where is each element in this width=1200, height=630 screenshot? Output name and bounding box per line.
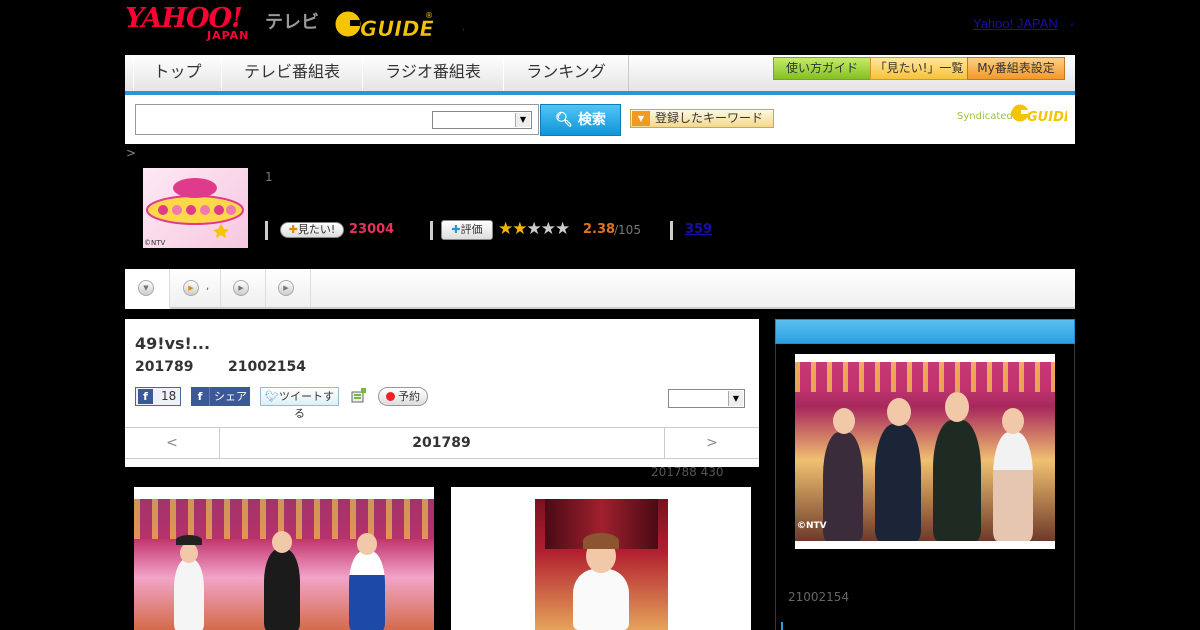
stage-photo-image: [134, 499, 434, 630]
search-icon: 🔍︎: [555, 112, 573, 128]
syndicated-gguide-logo: GUIDE: [1011, 101, 1073, 129]
registered-keyword-label: 登録したキーワード: [655, 111, 764, 125]
plus-icon: ✚: [288, 223, 298, 236]
reserve-recording-button[interactable]: 予約: [378, 387, 428, 406]
star-empty-icon: ★: [526, 219, 542, 239]
mitai-button[interactable]: ✚見たい!: [280, 222, 344, 238]
add-to-list-icon[interactable]: [350, 387, 367, 404]
facebook-share-label: シェア: [214, 390, 247, 403]
plus-icon: ✚: [451, 223, 461, 236]
episode-title: 49!vs!...: [135, 334, 211, 353]
previous-episode-button[interactable]: <: [125, 428, 220, 458]
tweet-label: ツイートする: [278, 390, 334, 420]
review-count-link[interactable]: 359: [685, 222, 712, 237]
japan-logo-text: JAPAN: [207, 29, 250, 42]
sidebar-photo-copyright: ©NTV: [797, 521, 827, 531]
yahoo-japan-link[interactable]: Yahoo! JAPAN: [973, 16, 1058, 31]
episode-id: 21002154: [228, 359, 306, 375]
play-icon: ▶: [278, 280, 294, 296]
episode-panel: 49!vs!... 201789 21002154 f 18 f シェア 🐦︎ツイー…: [125, 319, 759, 467]
mitai-label: 見たい!: [297, 223, 336, 236]
yahoo-japan-logo[interactable]: YAHOO! JAPAN: [125, 4, 260, 44]
main-nav: トップ テレビ番組表 ラジオ番組表 ランキング 使い方ガイド 「見たい!」一覧 …: [125, 55, 1075, 95]
sidebar-photo[interactable]: ©NTV: [795, 354, 1055, 549]
tab-2-label: ,: [206, 281, 210, 292]
next-episode-button[interactable]: >: [664, 428, 759, 458]
episode-date: 201789: [135, 359, 194, 375]
gguide-logo[interactable]: GUIDE ®: [334, 6, 435, 42]
syndicated-label: Syndicated: [957, 111, 1013, 122]
nav-ranking[interactable]: ランキング: [503, 55, 629, 91]
header-separator: ,: [462, 22, 466, 33]
rate-button[interactable]: ✚評価: [441, 220, 493, 240]
facebook-like-count: 18: [161, 389, 177, 403]
play-icon: ▶: [233, 280, 249, 296]
tv-label[interactable]: テレビ: [265, 8, 319, 34]
search-category-select[interactable]: ▼: [432, 111, 532, 129]
stat-divider: [265, 221, 268, 240]
program-title-logo: [146, 178, 244, 238]
rating-total: /105: [614, 223, 641, 237]
reserve-label: 予約: [398, 390, 420, 403]
guest-photo-image: [535, 499, 668, 630]
twitter-bird-icon: 🐦︎: [265, 390, 279, 403]
nav-tv-schedule[interactable]: テレビ番組表: [221, 55, 363, 91]
star-empty-icon: ★: [555, 219, 570, 239]
mitai-count: 23004: [349, 222, 395, 237]
search-bar: ▼ 🔍︎ 検索 ▼ 登録したキーワード Syndicated GUIDE: [125, 95, 1075, 144]
episode-pager: < 201789 >: [125, 427, 759, 459]
tab-2[interactable]: ▶ ,: [170, 269, 221, 307]
cast-photo-image: ©NTV: [795, 362, 1055, 541]
svg-text:®: ®: [425, 11, 433, 20]
dropdown-arrow-icon: ▼: [632, 111, 650, 126]
episode-select[interactable]: ▼: [668, 389, 745, 408]
episode-photo-2[interactable]: [451, 487, 751, 630]
chevron-down-icon: ▼: [515, 113, 530, 127]
star-rating: ★★★★★: [498, 219, 570, 239]
facebook-icon: f: [138, 389, 153, 404]
facebook-share-button[interactable]: f シェア: [191, 387, 250, 406]
photo-date-info: 201788 430: [651, 465, 724, 479]
syn-logo-text: GUIDE: [1027, 110, 1067, 125]
program-number: 1: [265, 170, 273, 184]
header-link-separator: ,: [1070, 14, 1075, 29]
play-icon: ▶: [183, 280, 199, 296]
registered-keyword-button[interactable]: ▼ 登録したキーワード: [630, 109, 774, 128]
rate-label: 評価: [460, 223, 483, 236]
nav-top[interactable]: トップ: [133, 55, 222, 91]
breadcrumb: >: [126, 146, 137, 160]
stat-divider: [670, 221, 673, 240]
star-empty-icon: ★: [540, 219, 556, 239]
search-button-label: 検索: [577, 112, 606, 128]
sidebar-episode-id: 21002154: [788, 590, 850, 604]
thumbnail-copyright: ©NTV: [144, 239, 166, 247]
my-schedule-settings-button[interactable]: My番組表設定: [967, 57, 1065, 80]
tab-4[interactable]: ▶: [266, 269, 311, 307]
star-filled-icon: ★: [498, 219, 513, 239]
stat-divider: [430, 221, 433, 240]
sidebar-accent-bar: [781, 622, 783, 630]
tweet-button[interactable]: 🐦︎ツイートする: [260, 387, 339, 420]
usage-guide-button[interactable]: 使い方ガイド: [773, 57, 871, 80]
search-button[interactable]: 🔍︎ 検索: [540, 104, 621, 136]
rating-value: 2.38: [583, 222, 616, 237]
chevron-down-icon: ▼: [728, 391, 743, 406]
facebook-like-button[interactable]: f 18: [135, 387, 181, 406]
nav-radio-schedule[interactable]: ラジオ番組表: [362, 55, 504, 91]
program-tabs: ▼ ▶ , ▶ ▶: [125, 269, 1075, 309]
svg-text:GUIDE: GUIDE: [360, 17, 434, 41]
current-episode-date: 201789: [412, 435, 471, 451]
sidebar-header: [775, 319, 1075, 344]
tab-1[interactable]: ▼: [125, 269, 170, 309]
program-thumbnail[interactable]: ©NTV: [143, 168, 248, 248]
episode-photo-1[interactable]: [134, 487, 434, 630]
chevron-down-icon: ▼: [138, 280, 154, 296]
mitai-list-button[interactable]: 「見たい!」一覧: [870, 57, 968, 80]
star-filled-icon: ★: [512, 219, 527, 239]
tab-3[interactable]: ▶: [221, 269, 266, 307]
record-dot-icon: [386, 392, 395, 401]
facebook-icon: f: [191, 387, 210, 406]
